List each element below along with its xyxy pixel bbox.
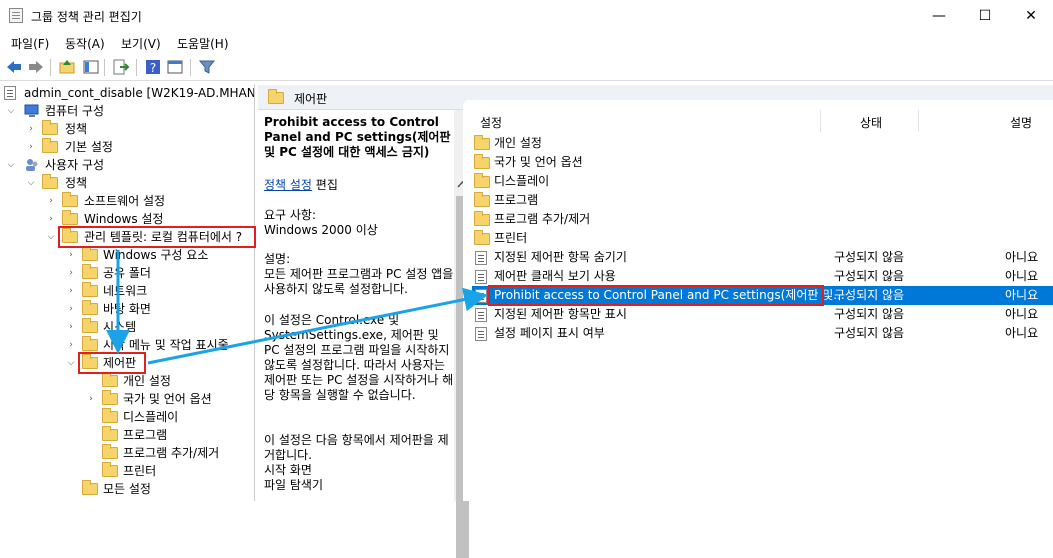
arrow-right-annotation [147,287,488,365]
annotation-arrows [106,250,488,365]
